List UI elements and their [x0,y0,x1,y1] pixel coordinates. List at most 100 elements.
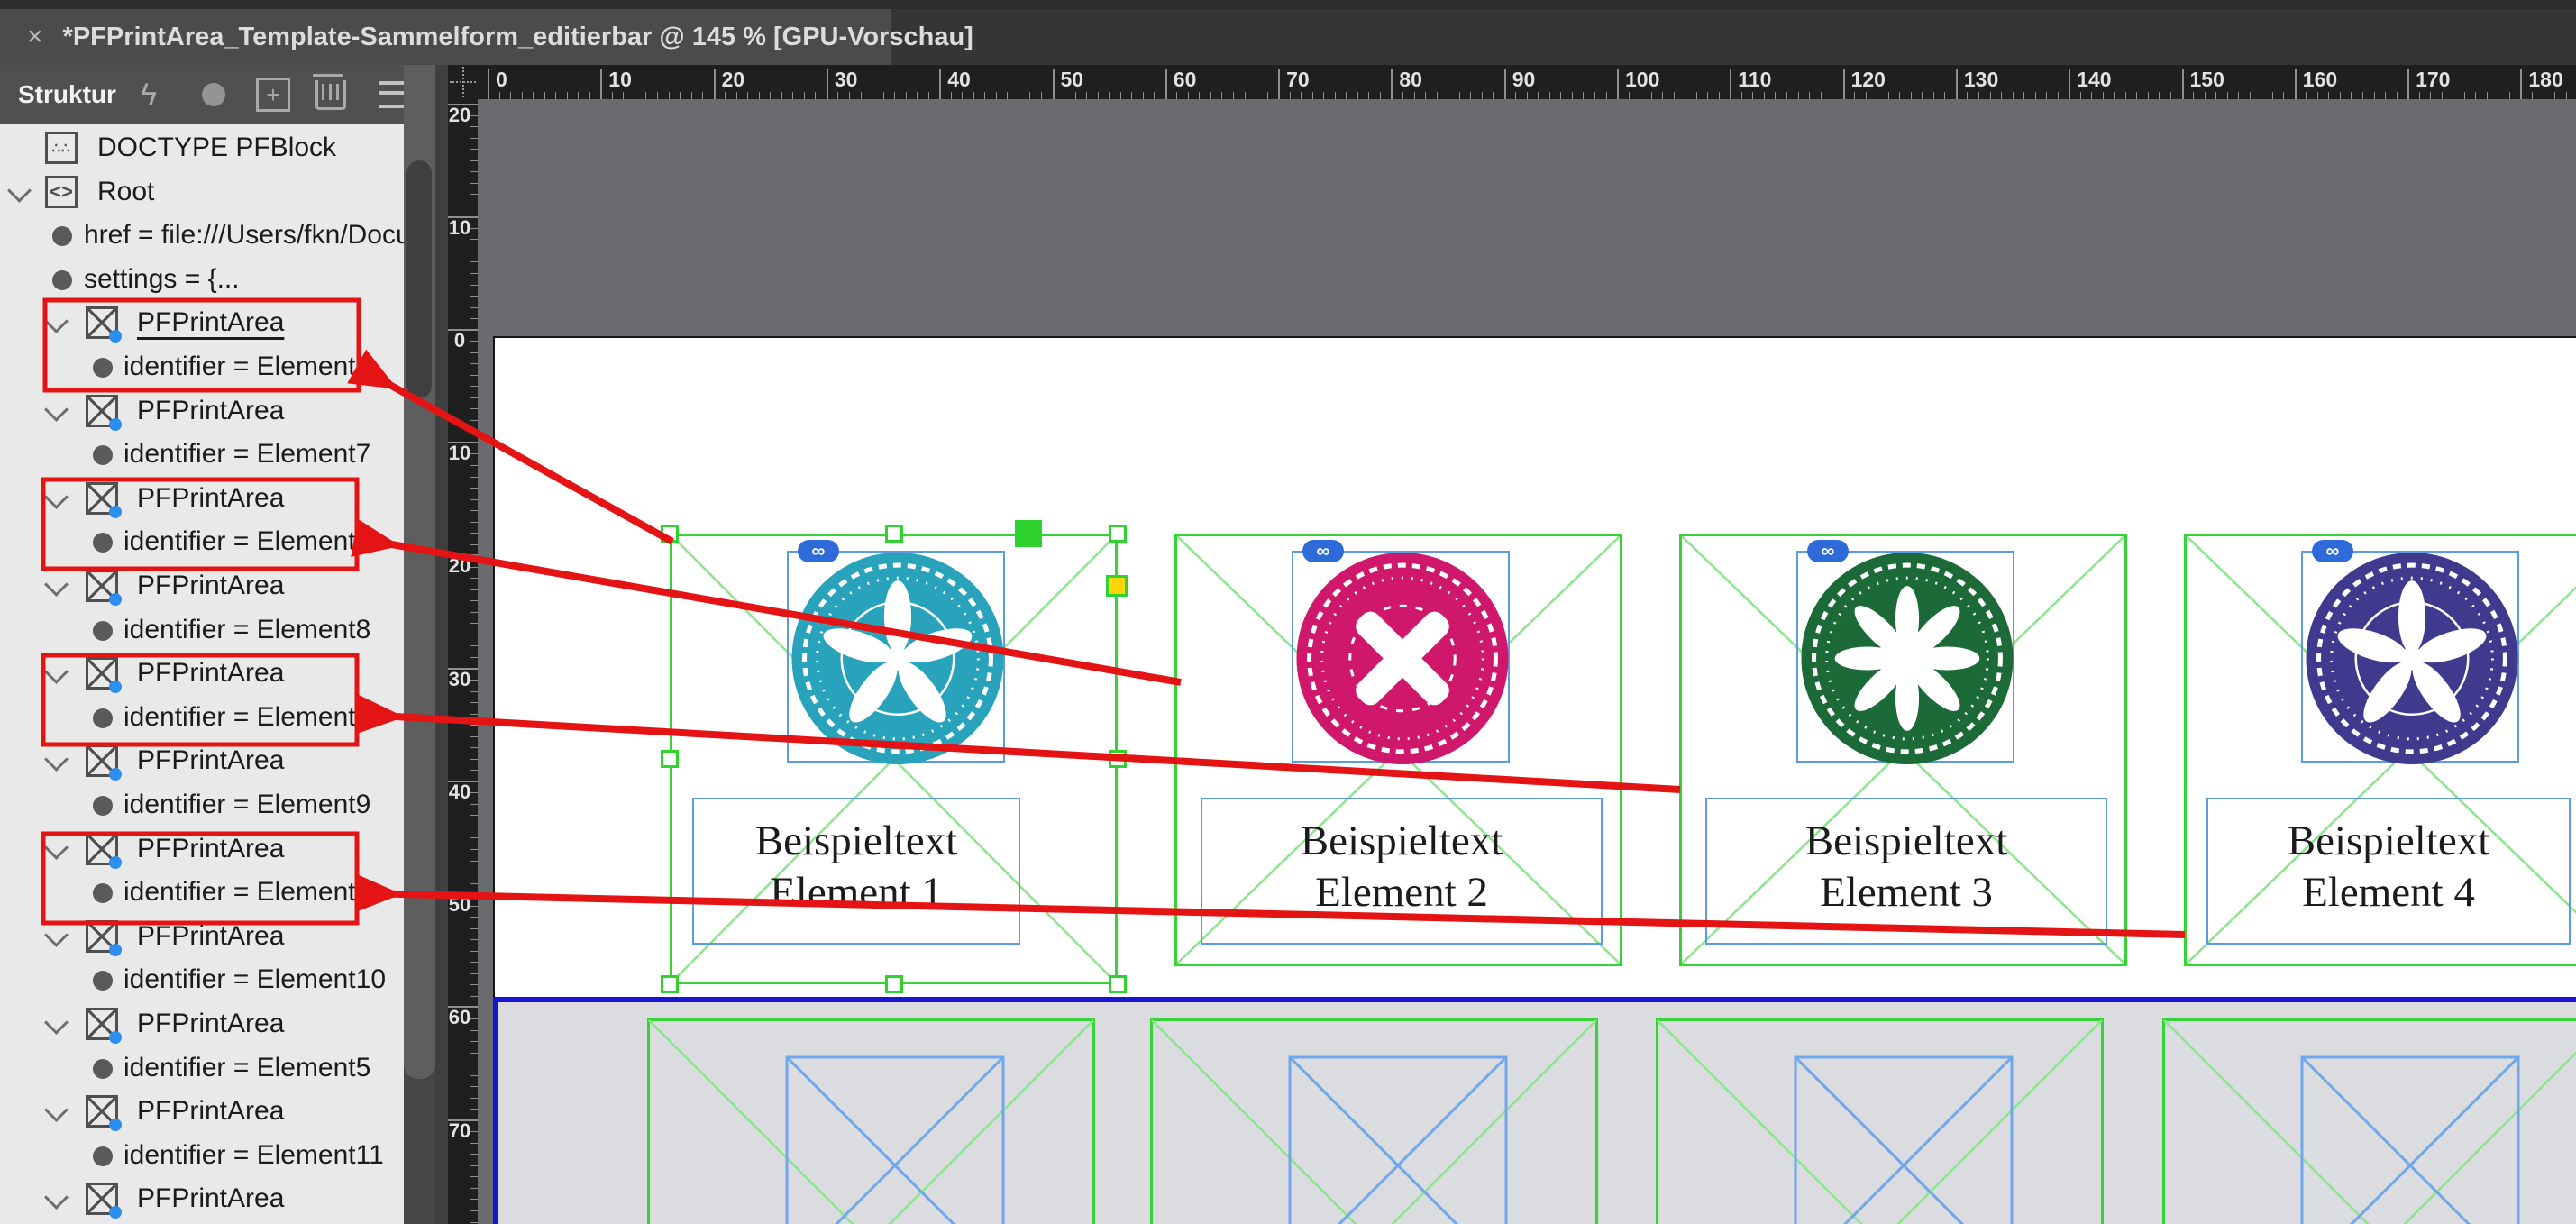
tree-row-identifier-element8[interactable]: identifier = Element8 [0,609,404,653]
horizontal-ruler[interactable]: 0102030405060708090100110120130140150160… [478,65,2576,99]
text-frame[interactable]: Beispieltext Element 4 [2206,798,2571,945]
tree-row-pfprintarea[interactable]: PFPrintArea [0,740,404,783]
chevron-down-icon[interactable] [44,923,69,947]
frame-element-icon [86,570,118,602]
record-circle-icon[interactable] [191,65,236,124]
close-tab-icon[interactable]: × [27,9,43,65]
chevron-down-icon[interactable] [44,1185,69,1210]
chevron-down-icon[interactable] [7,178,32,203]
selection-handle[interactable] [661,525,679,543]
attribute-bullet-icon [93,533,113,553]
image-frame[interactable] [1796,551,2014,763]
chevron-down-icon[interactable] [44,836,69,860]
attribute-bullet-icon [93,445,113,465]
image-frame[interactable] [1292,551,1510,763]
selection-handle[interactable] [1109,525,1127,543]
tree-row-pfprintarea[interactable]: PFPrintArea [0,478,404,521]
image-frame[interactable] [2301,551,2519,763]
structure-tree: ∴∴ DOCTYPE PFBlock <> Root href = file:/… [0,124,404,1224]
tree-row-pfprintarea[interactable]: PFPrintArea [0,1003,404,1046]
selection-handle[interactable] [885,525,903,543]
document-tab[interactable]: × *PFPrintArea_Template-Sammelform_editi… [0,9,891,65]
add-element-icon[interactable]: + [251,65,296,124]
tree-row-identifier-element9[interactable]: identifier = Element9 [0,784,404,827]
chevron-down-icon[interactable] [44,572,69,597]
tree-row-pfprintarea[interactable]: PFPrintArea [0,916,404,959]
print-area-card-4[interactable]: ∞ Beispieltext Element 4 [2184,534,2576,966]
scrollbar-thumb[interactable] [406,160,432,398]
structure-panel: Struktur ϟ + ∴∴ DOCTYPE PFBlock <> Root … [0,65,404,1224]
text-frame[interactable]: Beispieltext Element 3 [1705,798,2107,945]
document-canvas[interactable]: ∞ Beispieltext Element 1 ∞ Beispieltext … [478,99,2576,1224]
chevron-down-icon[interactable] [44,309,69,333]
card-text-line1: Beispieltext [1707,816,2106,867]
selection-handle[interactable] [1109,975,1127,993]
empty-frame-2[interactable] [1150,1018,1598,1224]
tree-row-identifier-element10[interactable]: identifier = Element10 [0,959,404,1002]
tree-row-identifier-element3[interactable]: identifier = Element3 [0,697,404,740]
map-tags-icon[interactable]: ϟ [126,65,171,124]
tree-row-pfprintarea[interactable]: PFPrintArea [0,390,404,434]
tree-row-root[interactable]: <> Root [0,171,404,215]
vertical-ruler[interactable]: 2010010203040506070 [448,99,478,1224]
tree-row-settings-[interactable]: settings = {... [0,259,404,302]
tree-row-identifier-element11[interactable]: identifier = Element11 [0,1135,404,1178]
tree-row-doctype-pfblock[interactable]: ∴∴ DOCTYPE PFBlock [0,127,404,170]
tree-row-identifier-element1[interactable]: identifier = Element1 [0,346,404,389]
print-area-card-2[interactable]: ∞ Beispieltext Element 2 [1174,534,1622,966]
empty-frame-4[interactable] [2162,1018,2576,1224]
trash-icon[interactable] [308,65,353,124]
chevron-down-icon[interactable] [44,660,69,684]
attribute-bullet-icon [93,708,113,728]
tree-row-identifier-element7[interactable]: identifier = Element7 [0,434,404,477]
tree-row-pfprintarea[interactable]: PFPrintArea [0,565,404,608]
doctype-icon: ∴∴ [45,132,78,164]
text-frame[interactable]: Beispieltext Element 1 [692,798,1020,945]
tree-row-pfprintarea[interactable]: PFPrintArea [0,828,404,872]
print-area-card-3[interactable]: ∞ Beispieltext Element 3 [1679,534,2127,966]
empty-frame-1[interactable] [647,1018,1095,1224]
linked-content-badge-icon[interactable]: ∞ [1807,540,1849,562]
selection-handle[interactable] [661,750,679,768]
selection-handle[interactable] [661,975,679,993]
tree-row-pfprintarea[interactable]: PFPrintArea [0,653,404,696]
structure-panel-title: Struktur [18,80,116,109]
chevron-down-icon[interactable] [44,747,69,772]
text-frame[interactable]: Beispieltext Element 2 [1201,798,1603,945]
empty-frame-3[interactable] [1656,1018,2104,1224]
chevron-down-icon[interactable] [44,1098,69,1122]
frame-element-icon [86,306,118,339]
ruler-origin-box[interactable] [448,65,478,99]
panel-divider [435,65,448,1224]
selection-handle[interactable] [1109,750,1127,768]
tree-row-pfprintarea[interactable]: PFPrintArea [0,302,404,345]
autosize-handle[interactable] [1015,520,1042,547]
linked-content-badge-icon[interactable]: ∞ [1302,540,1344,562]
print-area-card-1[interactable]: ∞ Beispieltext Element 1 [670,534,1118,984]
frame-element-icon [86,1183,118,1215]
selection-handle[interactable] [885,975,903,993]
tree-row-identifier-element5[interactable]: identifier = Element5 [0,1047,404,1091]
linked-content-badge-icon[interactable]: ∞ [798,540,839,562]
tree-row-pfprintarea[interactable]: PFPrintArea [0,1091,404,1134]
chevron-down-icon[interactable] [44,485,69,509]
chevron-down-icon[interactable] [44,1010,69,1035]
structure-panel-header: Struktur ϟ + [0,65,404,124]
frame-element-icon [86,1008,118,1040]
window-top-strip [0,0,2576,9]
tree-row-href-file-users-fkn-docum[interactable]: href = file:///Users/fkn/Docum [0,215,404,258]
tree-row-identifier-element2[interactable]: identifier = Element2 [0,521,404,564]
card-text-line1: Beispieltext [2208,816,2569,867]
attribute-bullet-icon [93,621,113,641]
chevron-down-icon[interactable] [44,397,69,422]
tree-row-identifier-element4[interactable]: identifier = Element4 [0,872,404,915]
linked-content-badge-icon[interactable]: ∞ [2312,540,2353,562]
corner-edit-widget[interactable] [1106,575,1128,597]
tree-row-pfprintarea[interactable]: PFPrintArea [0,1178,404,1221]
card-text-line2: Element 1 [694,867,1019,918]
attribute-bullet-icon [93,883,113,903]
panel-scrollbar[interactable] [404,65,435,1224]
mandala-image [1292,550,1513,767]
attribute-bullet-icon [93,358,113,378]
image-frame[interactable] [787,551,1005,763]
